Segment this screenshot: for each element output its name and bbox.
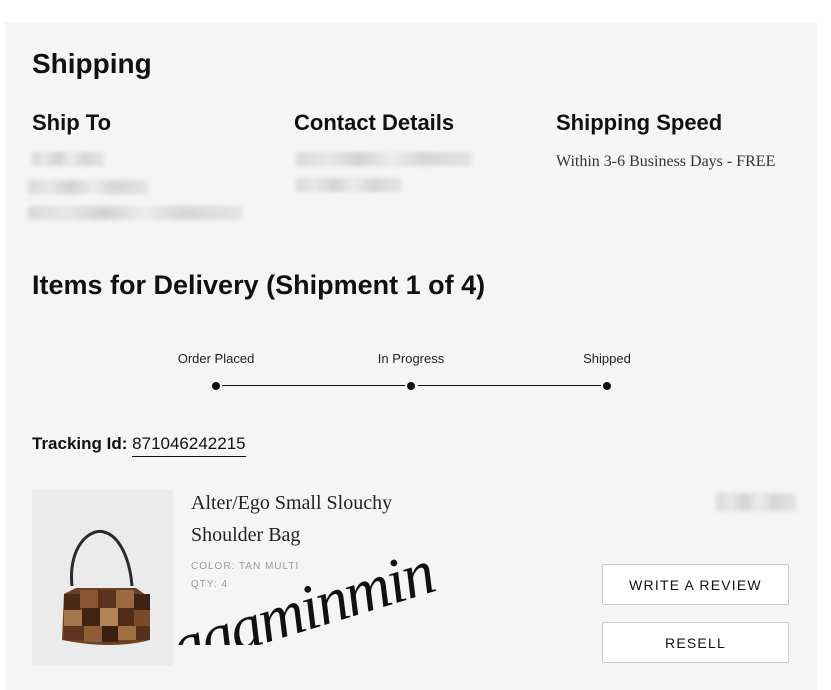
tracking-id-link[interactable]: 871046242215 [132, 434, 246, 457]
tracking-row: Tracking Id: 871046242215 [32, 434, 246, 457]
step-dot-shipped [603, 382, 611, 390]
product-quantity: QTY: 4 [191, 579, 229, 590]
tracking-label: Tracking Id: [32, 434, 128, 453]
step-dot-in-progress [407, 382, 415, 390]
shipping-speed-value: Within 3-6 Business Days - FREE [556, 153, 776, 170]
redacted-address-line [28, 180, 148, 194]
product-image[interactable] [32, 490, 173, 666]
contact-details-heading: Contact Details [294, 110, 455, 135]
redacted-phone [296, 178, 402, 192]
shipping-speed-heading: Shipping Speed [556, 110, 723, 135]
step-dot-order-placed [212, 382, 220, 390]
product-color: COLOR: TAN MULTI [191, 561, 300, 572]
shoulder-bag-icon [62, 529, 150, 645]
redacted-price [716, 493, 796, 511]
shipping-heading: Shipping [32, 48, 152, 79]
redacted-email [296, 152, 472, 166]
ship-to-heading: Ship To [32, 110, 112, 135]
redacted-name [32, 152, 104, 166]
progress-line [222, 385, 405, 386]
progress-line [418, 385, 601, 386]
resell-button[interactable]: RESELL [602, 622, 789, 663]
product-name-link[interactable]: Alter/Ego Small Slouchy Shoulder Bag [191, 487, 451, 551]
step-label-shipped: Shipped [583, 351, 631, 366]
step-label-in-progress: In Progress [377, 351, 445, 366]
items-for-delivery-heading: Items for Delivery (Shipment 1 of 4) [32, 270, 486, 300]
write-review-button[interactable]: WRITE A REVIEW [602, 564, 789, 605]
redacted-address-line [28, 206, 242, 220]
step-label-order-placed: Order Placed [177, 351, 255, 366]
